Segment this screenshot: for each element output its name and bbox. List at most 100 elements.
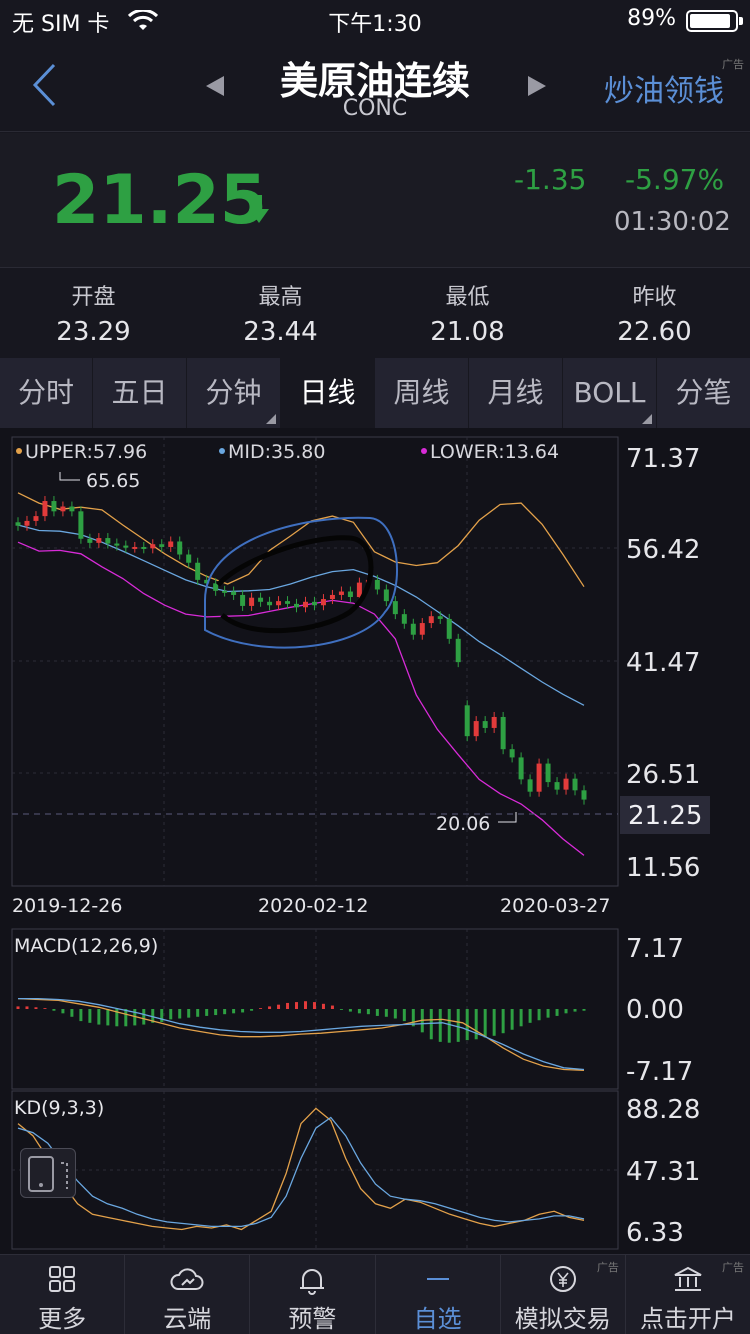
tabbar-sim-trade[interactable]: 广告 模拟交易 xyxy=(501,1255,626,1334)
candle xyxy=(437,616,443,619)
y-tick: 26.51 xyxy=(626,760,700,790)
boll-mid-line xyxy=(17,524,585,706)
candle xyxy=(455,638,461,663)
candle xyxy=(473,721,479,737)
candle xyxy=(401,614,407,624)
candle xyxy=(33,516,39,521)
chart-area: UPPER:57.96 MID:35.80 LOWER:13.64 65.65 … xyxy=(0,428,750,1254)
kd-k-line xyxy=(17,1107,585,1231)
boll-lower-line xyxy=(17,541,585,856)
candle xyxy=(554,782,560,790)
macd-tick: 0.00 xyxy=(626,995,684,1025)
candle xyxy=(42,501,48,517)
low-marker: 20.06 xyxy=(436,813,490,835)
tab-daily[interactable]: 日线 xyxy=(281,358,375,428)
dash-icon xyxy=(426,1278,449,1280)
tab-timeshare[interactable]: 分时 xyxy=(0,358,93,428)
landscape-toggle-button[interactable] xyxy=(20,1148,76,1198)
black-highlight-circle xyxy=(216,535,374,634)
status-bar: 无 SIM 卡 下午1:30 89% xyxy=(0,0,750,40)
macd-series xyxy=(16,997,586,1072)
kd-series xyxy=(17,1107,585,1231)
cloud-icon xyxy=(170,1268,204,1290)
tabbar-cloud[interactable]: 云端 xyxy=(125,1255,251,1334)
candle xyxy=(258,597,264,602)
stat-low: 最低 21.08 xyxy=(374,279,561,347)
upper-dot-icon xyxy=(16,448,22,454)
stat-open: 开盘 23.29 xyxy=(0,279,187,347)
candle xyxy=(294,603,300,608)
y-tick: 11.56 xyxy=(626,853,700,883)
candle xyxy=(419,623,425,635)
candle xyxy=(96,538,102,543)
promo-link[interactable]: 炒油领钱 xyxy=(604,66,724,110)
tabbar-label: 预警 xyxy=(288,1305,337,1333)
mid-dot-icon xyxy=(219,448,225,454)
ad-mark: 广告 xyxy=(722,58,744,71)
y-tick: 56.42 xyxy=(626,535,700,565)
candle xyxy=(231,591,237,595)
stat-value: 23.44 xyxy=(243,317,318,347)
grid-icon xyxy=(49,1266,76,1292)
candle xyxy=(186,554,192,563)
tab-monthly[interactable]: 月线 xyxy=(469,358,563,428)
candle xyxy=(87,538,93,543)
stat-high: 最高 23.44 xyxy=(187,279,374,347)
battery-icon xyxy=(686,10,743,32)
boll-lines xyxy=(17,492,585,856)
candle xyxy=(428,616,434,624)
candle xyxy=(464,705,470,737)
tabbar-label: 自选 xyxy=(413,1305,462,1333)
candle xyxy=(285,601,291,604)
candle xyxy=(195,562,201,580)
last-price: 21.25 xyxy=(52,161,268,240)
tabbar-more[interactable]: 更多 xyxy=(0,1255,126,1334)
macd-label: MACD(12,26,9) xyxy=(14,935,158,957)
tabbar-watchlist[interactable]: 自选 xyxy=(376,1255,501,1334)
stat-label: 昨收 xyxy=(632,285,677,310)
kd-tick: 88.28 xyxy=(626,1095,700,1125)
current-price-label: 21.25 xyxy=(628,801,702,831)
tab-ticks[interactable]: 分笔 xyxy=(657,358,750,428)
candle xyxy=(545,763,551,783)
stat-value: 23.29 xyxy=(56,317,131,347)
tab-weekly[interactable]: 周线 xyxy=(375,358,469,428)
kline-chart[interactable]: UPPER:57.96 MID:35.80 LOWER:13.64 65.65 … xyxy=(0,428,750,1254)
candle xyxy=(536,763,542,792)
yen-icon xyxy=(549,1266,576,1292)
candle xyxy=(240,594,246,606)
candle xyxy=(15,522,21,526)
stat-value: 22.60 xyxy=(617,317,692,347)
candle xyxy=(159,544,165,547)
candle xyxy=(24,520,30,526)
x-tick: 2019-12-26 xyxy=(12,895,122,917)
ad-mark: 广告 xyxy=(596,1261,619,1274)
tabbar-label: 云端 xyxy=(163,1305,212,1333)
tab-boll[interactable]: BOLL xyxy=(563,358,657,428)
grid-lines xyxy=(12,437,618,1249)
tab-label: BOLL xyxy=(573,376,646,409)
tabbar-open-account[interactable]: 广告 点击开户 xyxy=(626,1255,750,1334)
legend-lower: LOWER:13.64 xyxy=(430,441,559,463)
tab-label: 分钟 xyxy=(205,376,262,409)
candle xyxy=(105,538,111,544)
candle xyxy=(374,579,380,590)
candle xyxy=(356,582,362,598)
tab-minute[interactable]: 分钟 xyxy=(187,358,281,428)
candle xyxy=(267,601,273,606)
tab-five-day[interactable]: 五日 xyxy=(93,358,187,428)
dropdown-corner-icon xyxy=(266,414,276,424)
x-tick: 2020-02-12 xyxy=(258,895,368,917)
candle xyxy=(60,506,66,512)
high-marker: 65.65 xyxy=(86,470,140,492)
y-tick: 71.37 xyxy=(626,444,700,474)
macd-dif-line xyxy=(17,997,585,1072)
period-tabs: 分时 五日 分钟 日线 周线 月线 BOLL 分笔 xyxy=(0,358,750,428)
stat-value: 21.08 xyxy=(430,317,505,347)
bottom-tab-bar: 更多 云端 预警 自选 广告 模拟交易 广告 点击开户 xyxy=(0,1254,750,1334)
legend-mid: MID:35.80 xyxy=(228,441,325,463)
tabbar-label: 更多 xyxy=(38,1305,87,1333)
next-contract-icon[interactable] xyxy=(528,76,546,96)
tabbar-alert[interactable]: 预警 xyxy=(250,1255,376,1334)
candle xyxy=(383,589,389,602)
